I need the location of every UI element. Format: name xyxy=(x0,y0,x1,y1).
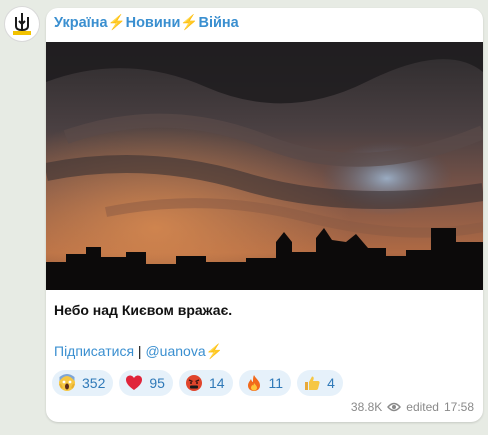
post-links: Підписатися | @uanova⚡ xyxy=(54,343,223,360)
reaction-count: 11 xyxy=(268,375,284,391)
reaction-thumbs-up[interactable]: 4 xyxy=(297,370,343,396)
angry-swearing-emoji-icon xyxy=(185,375,202,391)
trident-logo-icon xyxy=(8,10,36,38)
reaction-count: 352 xyxy=(82,375,106,391)
thumbs-up-emoji-icon xyxy=(305,376,320,390)
link-separator: | xyxy=(134,343,146,359)
red-heart-emoji-icon xyxy=(126,375,143,390)
edited-label: edited xyxy=(406,400,439,414)
channel-handle-link[interactable]: @uanova⚡ xyxy=(145,343,223,359)
reaction-scream[interactable]: 352 xyxy=(52,370,114,396)
fire-emoji-icon xyxy=(247,375,260,391)
post-photo[interactable] xyxy=(46,42,483,290)
scream-emoji-icon xyxy=(59,374,75,391)
reaction-count: 4 xyxy=(327,375,335,391)
channel-avatar[interactable] xyxy=(4,6,40,42)
reaction-count: 14 xyxy=(208,375,225,391)
post-caption: Небо над Києвом вражає. xyxy=(54,302,233,318)
message-meta: 38.8K edited 17:58 xyxy=(351,400,474,414)
eye-icon xyxy=(387,402,402,412)
message-bubble: Україна⚡Новини⚡Війна Небо над Києвом вра… xyxy=(46,8,483,422)
storm-clouds-photo xyxy=(46,42,483,290)
views-count: 38.8K xyxy=(350,400,383,414)
reaction-angry[interactable]: 14 xyxy=(178,370,233,396)
reaction-heart[interactable]: 95 xyxy=(119,370,173,396)
subscribe-link[interactable]: Підписатися xyxy=(54,343,134,359)
channel-title[interactable]: Україна⚡Новини⚡Війна xyxy=(54,14,239,31)
reactions-bar: 352 95 14 11 4 xyxy=(52,370,343,396)
message-time: 17:58 xyxy=(443,400,474,414)
reaction-fire[interactable]: 11 xyxy=(238,370,292,396)
reaction-count: 95 xyxy=(149,375,165,391)
